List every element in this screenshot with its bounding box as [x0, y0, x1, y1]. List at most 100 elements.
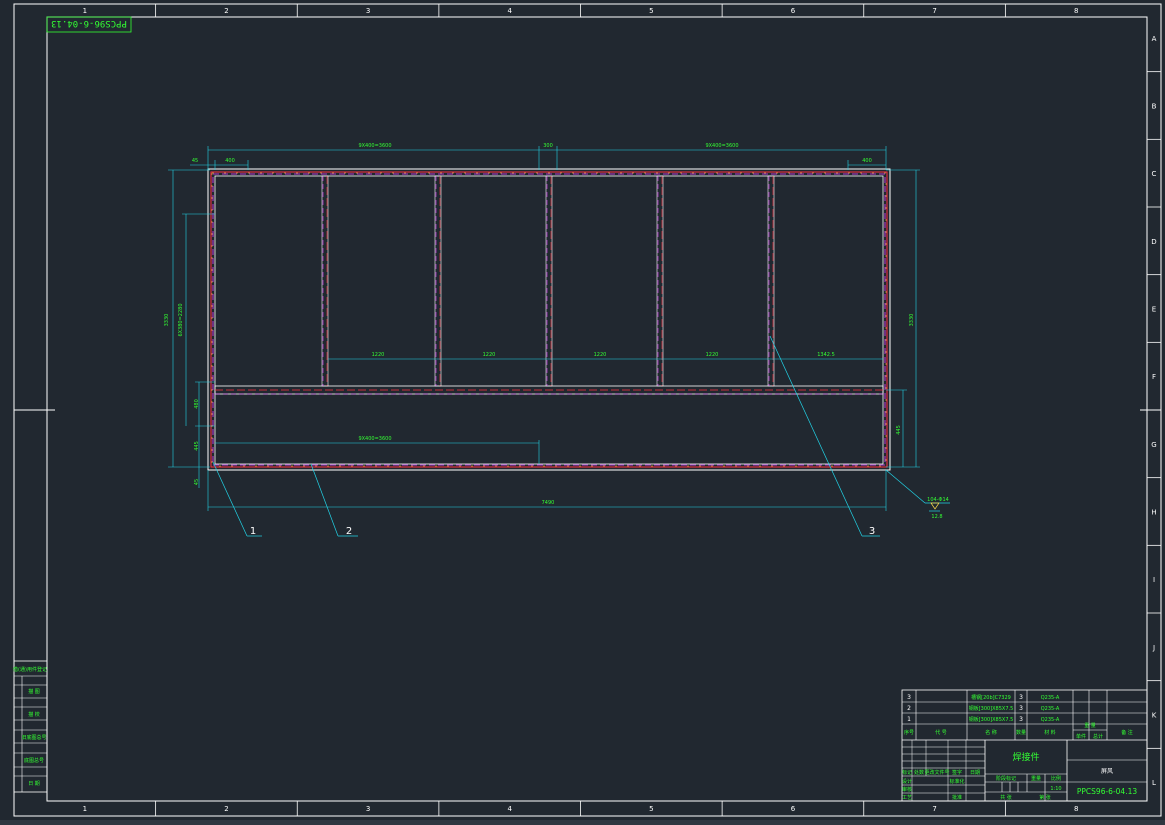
- hdr-total-weight: 总计: [1093, 733, 1103, 740]
- tb-sign: 签字: [952, 769, 962, 776]
- drawing-stamp: PPCS96-6-04.13: [46, 16, 132, 33]
- tb-scale: 1:10: [1050, 786, 1061, 792]
- hdr-no: 序号: [904, 729, 914, 736]
- grid-col-bottom-1: 1: [83, 805, 87, 813]
- grid-row-G: G: [1151, 441, 1156, 449]
- status-bar: [0, 820, 1165, 825]
- side-label-1: 描 图: [28, 688, 40, 695]
- dim-1342: 1342.5: [817, 352, 835, 358]
- frame-flange-red: [210, 171, 888, 468]
- hdr-name: 名 称: [985, 729, 997, 736]
- hdr-weight: 重 量: [1084, 722, 1096, 729]
- tb-assembly: 屏风: [1101, 768, 1113, 775]
- grid-row-I: I: [1153, 576, 1155, 584]
- grid-row-D: D: [1151, 238, 1156, 246]
- tb-date: 日期: [970, 770, 980, 776]
- callout-3: 3: [869, 526, 875, 537]
- grid-row-L: L: [1152, 779, 1156, 787]
- tb-change-doc: 更改文件号: [924, 769, 949, 776]
- dim-right-445: 445: [896, 425, 902, 435]
- grid-bottom-strip: 1 2 3 4 5 6 7 8: [83, 801, 1078, 816]
- dim-top-45: 45: [192, 158, 198, 164]
- grid-right-strip: A B C D E F G H I J K L: [1147, 35, 1161, 787]
- dim-1220-a: 1220: [372, 352, 385, 358]
- side-registration-block: 借(通)用件登记 描 图 描 校 旧底图总号 底图总号 日 期: [13, 660, 48, 793]
- tb-part-name: 焊接件: [1012, 751, 1039, 763]
- callout-2: 2: [346, 526, 352, 537]
- part-spec: 槽钢[20b]C7329: [971, 694, 1011, 701]
- tb-count: 处数: [914, 769, 924, 776]
- sheet-inner-frame: [46, 16, 1148, 802]
- side-label-0: 借(通)用件登记: [13, 666, 47, 673]
- dim-top-span-right: 9X400=3600: [705, 143, 738, 149]
- top-dimensions: [190, 146, 887, 170]
- tb-drawing-code: PPCS96-6-04.13: [1077, 787, 1137, 796]
- dim-bottom-span: 9X400=3600: [358, 436, 391, 442]
- parts-list: 3 槽钢[20b]C7329 3 Q235-A 2 钢板[300]X85X7.5 3 Q235…: [907, 694, 1060, 723]
- grid-col-bottom-5: 5: [649, 805, 653, 813]
- grid-row-F: F: [1152, 373, 1156, 381]
- tb-standard: 标准化: [949, 778, 964, 785]
- tb-sheet-total: 共 张: [1000, 794, 1012, 801]
- cad-drawing-canvas[interactable]: 12345678 12345678 ABCDEFGHIJKL PPCS96-6-…: [0, 0, 1165, 825]
- grid-col-bottom-2: 2: [224, 805, 228, 813]
- dim-left-spacing: 6X380=2280: [178, 303, 184, 336]
- side-label-3: 旧底图总号: [21, 734, 46, 741]
- part-spec: 钢板[300]X85X7.5: [969, 705, 1014, 712]
- grid-col-bottom-6: 6: [791, 805, 796, 813]
- grid-col-top-2: 2: [224, 7, 228, 15]
- title-block[interactable]: 3 槽钢[20b]C7329 3 Q235-A 2 钢板[300]X85X7.5 3 Q235…: [901, 689, 1148, 802]
- grid-col-top-3: 3: [366, 7, 370, 15]
- tb-stage: 阶段标记: [996, 775, 1016, 782]
- part-spec: 钢板[300]X85X7.5: [969, 716, 1014, 723]
- hdr-material: 材 料: [1044, 729, 1056, 736]
- grid-row-J: J: [1152, 644, 1155, 652]
- dim-top-400-left: 400: [225, 158, 235, 164]
- dim-left-445: 445: [194, 441, 200, 451]
- dim-top-400-right: 400: [862, 158, 872, 164]
- hdr-remark: 备 注: [1121, 729, 1133, 736]
- grid-col-top-6: 6: [791, 7, 796, 15]
- dim-right-total: 3330: [909, 314, 915, 327]
- hdr-unit-weight: 单件: [1076, 733, 1086, 740]
- tb-design: 设计: [902, 778, 912, 785]
- grid-col-top-1: 1: [83, 7, 87, 15]
- dim-top-span-left: 9X400=3600: [358, 143, 391, 149]
- tb-sheet-no: 第 张: [1039, 794, 1051, 801]
- part-qty: 3: [1019, 705, 1023, 712]
- dim-left-45: 45: [194, 479, 200, 485]
- grid-col-top-4: 4: [507, 7, 512, 15]
- dim-left-480: 480: [194, 399, 200, 409]
- weld-size-text: 12.8: [931, 514, 942, 520]
- tb-ratio: 比例: [1051, 775, 1061, 782]
- hdr-qty: 数量: [1016, 729, 1026, 736]
- drawing-stamp-text: PPCS96-6-04.13: [51, 18, 127, 28]
- callout-1: 1: [250, 526, 256, 537]
- side-label-2: 描 校: [28, 711, 40, 718]
- part-no: 1: [907, 716, 911, 723]
- grid-col-bottom-4: 4: [507, 805, 512, 813]
- frame-outline: [207, 168, 891, 471]
- frame-inner-outline: [214, 175, 884, 465]
- frame-hidden-line: [212, 173, 886, 466]
- part-material: Q235-A: [1041, 695, 1060, 701]
- grid-col-top-7: 7: [932, 7, 936, 15]
- grid-col-bottom-3: 3: [366, 805, 370, 813]
- grid-col-top-8: 8: [1074, 7, 1078, 15]
- tb-check: 审核: [902, 786, 912, 793]
- frame-weldment[interactable]: 1220 1220 1220 1220 1342.5 9X400=3600: [207, 168, 891, 471]
- tb-mark: 标记: [902, 769, 912, 776]
- grid-row-K: K: [1152, 712, 1157, 720]
- dim-left-total: 3330: [164, 314, 170, 327]
- part-qty: 3: [1019, 716, 1023, 723]
- tb-approve: 批准: [952, 794, 962, 801]
- grid-row-E: E: [1152, 306, 1156, 314]
- dim-1220-d: 1220: [706, 352, 719, 358]
- dim-overall-width: 7490: [542, 500, 555, 506]
- dim-top-span-mid: 300: [543, 143, 553, 149]
- tb-weight: 重量: [1031, 775, 1041, 782]
- side-label-6: 日 期: [28, 781, 40, 787]
- grid-row-C: C: [1152, 170, 1157, 178]
- part-no: 2: [907, 705, 911, 712]
- leader-lines: [212, 335, 880, 537]
